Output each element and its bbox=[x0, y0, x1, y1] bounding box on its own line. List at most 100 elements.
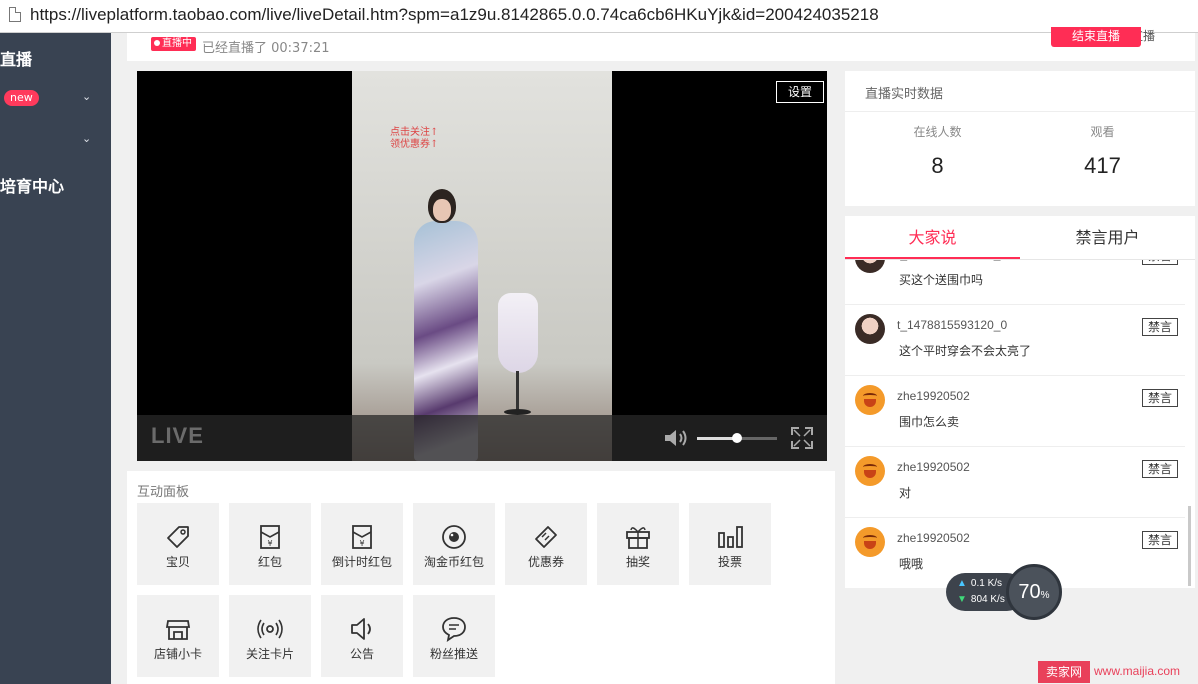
download-value: 804 bbox=[970, 594, 988, 605]
url-text[interactable]: https://liveplatform.taobao.com/live/liv… bbox=[30, 5, 879, 25]
message-username[interactable]: t_1478815593120_0 bbox=[897, 318, 1007, 332]
tile-red-packet[interactable]: ¥ 红包 bbox=[229, 503, 311, 585]
message-username[interactable]: t_1478815593120_0 bbox=[897, 260, 1007, 261]
message-text: 围巾怎么卖 bbox=[899, 415, 960, 429]
watermark-logo: 卖家网 bbox=[1038, 661, 1090, 683]
panel-title: 互动面板 bbox=[137, 485, 190, 500]
message-list[interactable]: t_1478815593120_0 禁言 买这个送围巾吗 t_147881559… bbox=[845, 260, 1195, 588]
message-text: 这个平时穿会不会太亮了 bbox=[899, 344, 1032, 358]
tile-label: 抽奖 bbox=[625, 555, 650, 569]
ban-button[interactable]: 禁言 bbox=[1142, 318, 1178, 336]
coupon-icon bbox=[535, 526, 557, 548]
tile-countdown-red-packet[interactable]: ¥ 倒计时红包 bbox=[321, 503, 403, 585]
tile-label: 倒计时红包 bbox=[331, 555, 392, 569]
live-video-player[interactable]: 点击关注↑ 领优惠券↑ 设置 LIVE bbox=[137, 71, 827, 461]
watermark-url: www.maijia.com bbox=[1094, 664, 1181, 678]
volume-icon[interactable] bbox=[663, 427, 689, 449]
svg-text:¥: ¥ bbox=[267, 539, 272, 548]
percent-sign: % bbox=[1040, 590, 1050, 601]
broadcast-icon bbox=[257, 619, 283, 639]
memory-usage-gauge[interactable]: 70% bbox=[1006, 564, 1062, 620]
ban-button[interactable]: 禁言 bbox=[1142, 260, 1178, 265]
online-count-value: 8 bbox=[931, 153, 944, 178]
video-overlay-text: 点击关注↑ 领优惠券↑ bbox=[390, 127, 438, 151]
avatar bbox=[855, 527, 885, 557]
presenter-face bbox=[433, 199, 451, 221]
tile-label: 红包 bbox=[257, 555, 282, 569]
end-live-button[interactable]: 结束直播 bbox=[1051, 27, 1141, 47]
message-text: 哦哦 bbox=[899, 557, 924, 571]
sidebar-item-training-center[interactable]: 培育中心 bbox=[0, 173, 64, 197]
upload-speed: ▲ 0.1 K/s bbox=[957, 578, 1002, 589]
tile-vote[interactable]: 投票 bbox=[689, 503, 771, 585]
address-bar[interactable]: https://liveplatform.taobao.com/live/liv… bbox=[0, 0, 1198, 33]
live-badge-label: 直播中 bbox=[162, 38, 192, 49]
live-status-bar: 直播中 已经直播了 00:37:21 扫码看直播 结束直播 bbox=[127, 27, 1195, 61]
new-badge: new bbox=[4, 90, 39, 106]
live-stats-card: 直播实时数据 在线人数 8 观看 417 bbox=[845, 71, 1195, 206]
live-elapsed-time: 已经直播了 00:37:21 bbox=[202, 41, 330, 56]
tile-follow-card[interactable]: 关注卡片 bbox=[229, 595, 311, 677]
tile-label: 公告 bbox=[349, 647, 374, 661]
speaker-icon bbox=[351, 618, 371, 640]
upload-unit: K/s bbox=[987, 578, 1003, 589]
ban-button[interactable]: 禁言 bbox=[1142, 531, 1178, 549]
gift-icon bbox=[626, 527, 650, 549]
sidebar-title[interactable]: 直播 bbox=[0, 46, 32, 70]
network-speed-widget[interactable]: ▲ 0.1 K/s ▼ 804 K/s 70% bbox=[946, 564, 1062, 620]
message-username[interactable]: zhe19920502 bbox=[897, 389, 970, 403]
video-control-bar: LIVE bbox=[137, 415, 827, 461]
interaction-panel: 互动面板 宝贝 ¥ 红包 ¥ 倒计时红包 淘金币红包 优惠券 抽奖 投票 店铺小… bbox=[127, 471, 835, 684]
fullscreen-icon[interactable] bbox=[791, 427, 813, 449]
message-text: 买这个送围巾吗 bbox=[899, 273, 984, 287]
tile-coin-red-packet[interactable]: 淘金币红包 bbox=[413, 503, 495, 585]
tile-label: 宝贝 bbox=[165, 555, 190, 569]
page-icon bbox=[9, 7, 21, 22]
live-dot-icon bbox=[154, 40, 160, 46]
settings-button[interactable]: 设置 bbox=[776, 81, 824, 103]
stats-title: 直播实时数据 bbox=[865, 87, 944, 102]
ban-button[interactable]: 禁言 bbox=[1142, 389, 1178, 407]
chat-message: zhe19920502 禁言 对 bbox=[845, 446, 1185, 518]
tile-label: 淘金币红包 bbox=[423, 555, 484, 569]
tile-lottery[interactable]: 抽奖 bbox=[597, 503, 679, 585]
overlay-line-follow: 点击关注↑ bbox=[390, 127, 439, 138]
chevron-down-icon[interactable]: ⌄ bbox=[82, 90, 91, 103]
tile-coupon[interactable]: 优惠券 bbox=[505, 503, 587, 585]
tile-product[interactable]: 宝贝 bbox=[137, 503, 219, 585]
shop-icon bbox=[165, 620, 191, 640]
sidebar: 直播 new ⌄ ⌄ 培育中心 bbox=[0, 33, 111, 684]
video-frame: 点击关注↑ 领优惠券↑ bbox=[352, 71, 612, 461]
message-username[interactable]: zhe19920502 bbox=[897, 460, 970, 474]
online-count-label: 在线人数 bbox=[913, 125, 962, 139]
avatar bbox=[855, 456, 885, 486]
chat-scrollbar[interactable] bbox=[1188, 506, 1191, 586]
views-label: 观看 bbox=[1090, 125, 1115, 139]
views-value: 417 bbox=[1084, 153, 1121, 178]
volume-slider-fill bbox=[697, 437, 737, 440]
ban-button[interactable]: 禁言 bbox=[1142, 460, 1178, 478]
red-packet-icon: ¥ bbox=[260, 525, 280, 549]
download-unit: K/s bbox=[990, 594, 1005, 605]
tab-comments[interactable]: 大家说 bbox=[845, 216, 1020, 260]
message-username[interactable]: zhe19920502 bbox=[897, 531, 970, 545]
download-speed: ▼ 804 K/s bbox=[957, 594, 1005, 605]
mannequin-stand bbox=[516, 371, 519, 411]
volume-slider[interactable] bbox=[697, 433, 777, 443]
tile-announcement[interactable]: 公告 bbox=[321, 595, 403, 677]
message-text: 对 bbox=[899, 486, 912, 500]
avatar bbox=[855, 260, 885, 273]
tab-banned-users[interactable]: 禁言用户 bbox=[1020, 216, 1195, 260]
download-arrow-icon: ▼ bbox=[957, 594, 967, 605]
avatar bbox=[855, 385, 885, 415]
chevron-down-icon[interactable]: ⌄ bbox=[82, 132, 91, 145]
volume-slider-knob[interactable] bbox=[732, 433, 742, 443]
tile-label: 优惠券 bbox=[527, 555, 564, 569]
tile-fan-push[interactable]: 粉丝推送 bbox=[413, 595, 495, 677]
chat-message: t_1478815593120_0 禁言 买这个送围巾吗 bbox=[845, 260, 1185, 305]
memory-percent: 70 bbox=[1018, 581, 1041, 603]
chat-message: t_1478815593120_0 禁言 这个平时穿会不会太亮了 bbox=[845, 304, 1185, 376]
tag-icon bbox=[167, 526, 189, 548]
svg-text:¥: ¥ bbox=[359, 539, 364, 548]
tile-shop-card[interactable]: 店铺小卡 bbox=[137, 595, 219, 677]
